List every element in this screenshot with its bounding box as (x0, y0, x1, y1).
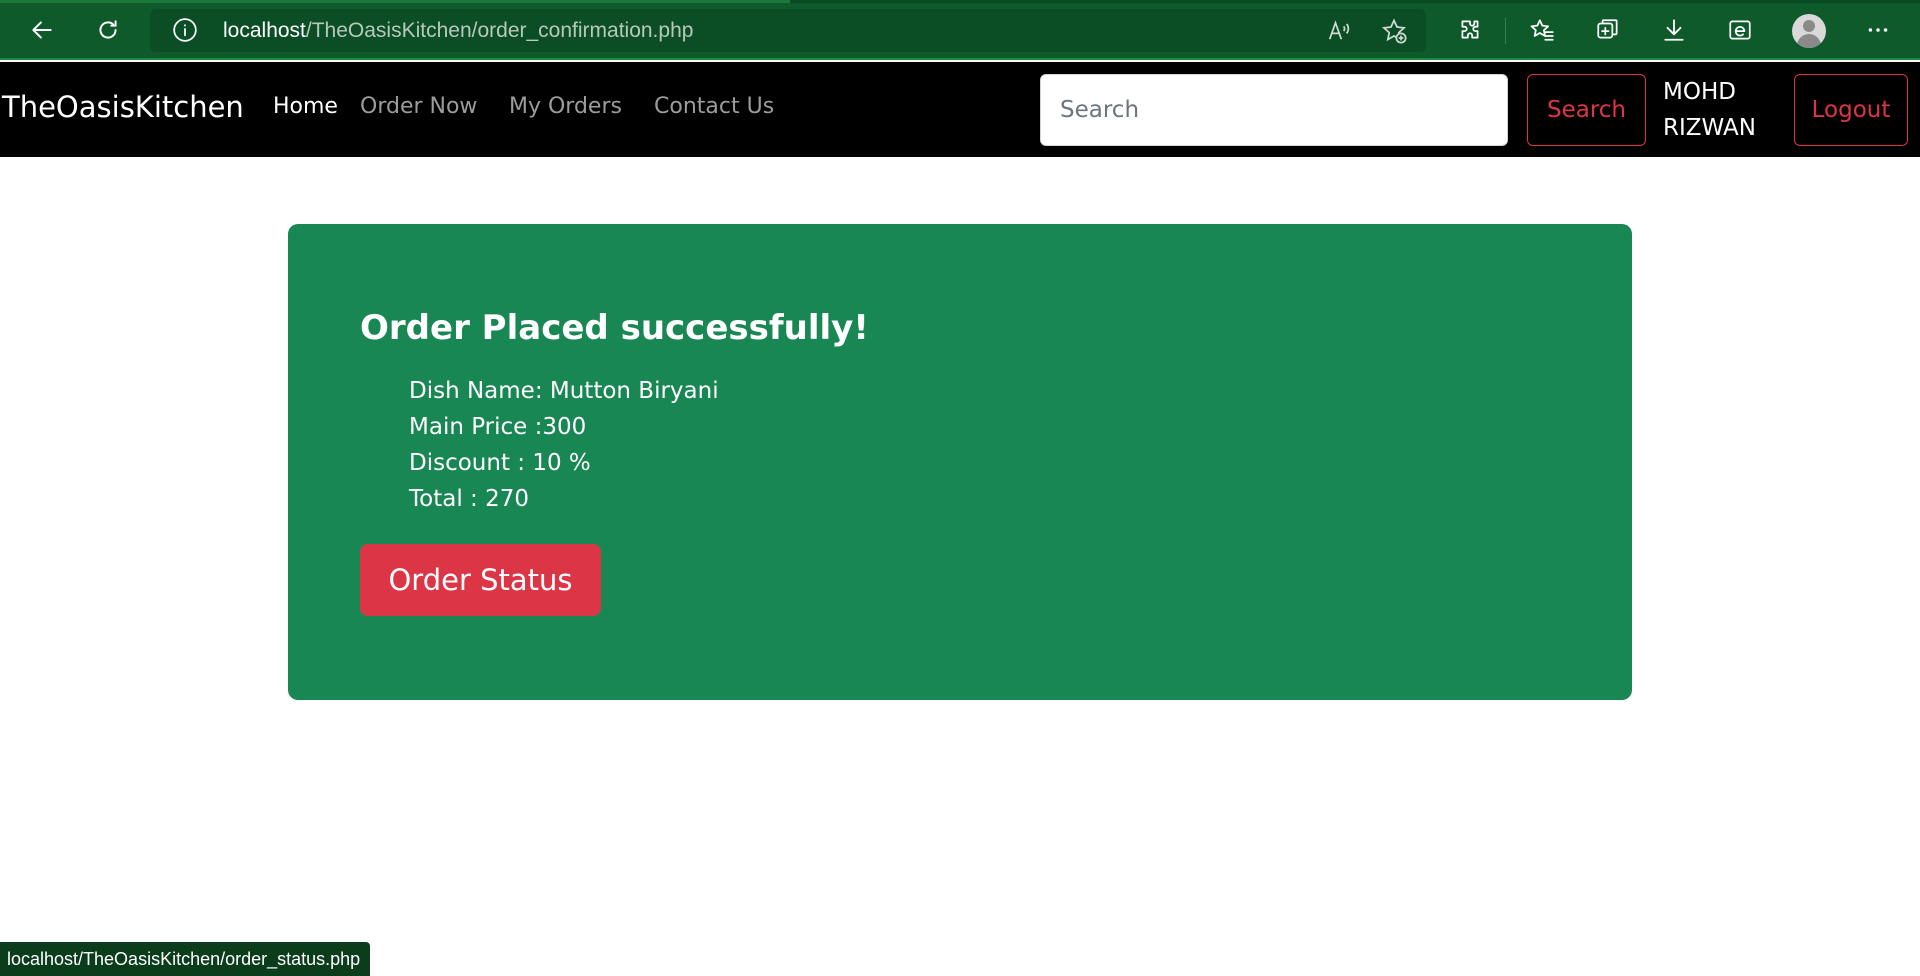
search-input[interactable] (1040, 74, 1508, 146)
profile-body (1797, 34, 1821, 48)
order-confirmation-card: Order Placed successfully! Dish Name: Mu… (288, 224, 1632, 700)
user-first-name: MOHD (1663, 79, 1736, 105)
user-last-name: RIZWAN (1663, 115, 1756, 141)
downloads-icon[interactable] (1656, 12, 1692, 48)
user-name: MOHD RIZWAN (1663, 74, 1756, 146)
favorites-icon[interactable] (1524, 12, 1560, 48)
more-icon[interactable] (1860, 12, 1896, 48)
main-price: Main Price :300 (409, 414, 587, 440)
url-path: /TheOasisKitchen/order_confirmation.php (305, 19, 694, 42)
collections-icon[interactable] (1590, 12, 1626, 48)
nav-link-order-now[interactable]: Order Now (360, 94, 477, 119)
toolbar-separator (1505, 18, 1506, 44)
status-bar-link: localhost/TheOasisKitchen/order_status.p… (0, 942, 371, 976)
profile-icon[interactable] (1792, 14, 1826, 48)
search-button[interactable]: Search (1527, 74, 1646, 146)
ie-mode-icon[interactable] (1722, 12, 1758, 48)
discount: Discount : 10 % (409, 450, 591, 476)
brand-logo[interactable]: TheOasisKitchen (2, 90, 244, 124)
dish-name: Dish Name: Mutton Biryani (409, 378, 719, 404)
address-bar[interactable]: localhost/TheOasisKitchen/order_confirma… (150, 9, 1426, 52)
order-status-button[interactable]: Order Status (360, 544, 601, 616)
browser-toolbar: localhost/TheOasisKitchen/order_confirma… (0, 0, 1920, 60)
back-icon[interactable] (24, 12, 60, 48)
add-favorite-icon[interactable] (1380, 17, 1408, 45)
url-text[interactable]: localhost/TheOasisKitchen/order_confirma… (223, 19, 693, 43)
nav-link-contact-us[interactable]: Contact Us (654, 94, 774, 119)
read-aloud-icon[interactable] (1325, 17, 1353, 45)
card-title: Order Placed successfully! (360, 308, 869, 348)
nav-link-my-orders[interactable]: My Orders (509, 94, 622, 119)
info-icon[interactable] (172, 17, 198, 43)
site-navbar: TheOasisKitchen Home Order Now My Orders… (0, 62, 1920, 157)
profile-head (1803, 20, 1815, 32)
logout-button[interactable]: Logout (1794, 74, 1908, 146)
url-host: localhost (223, 19, 306, 42)
refresh-icon[interactable] (90, 12, 126, 48)
active-tab-indicator (0, 0, 790, 3)
tab-strip (0, 0, 1920, 3)
nav-link-home[interactable]: Home (273, 94, 338, 119)
total: Total : 270 (409, 486, 529, 512)
extensions-icon[interactable] (1452, 12, 1488, 48)
